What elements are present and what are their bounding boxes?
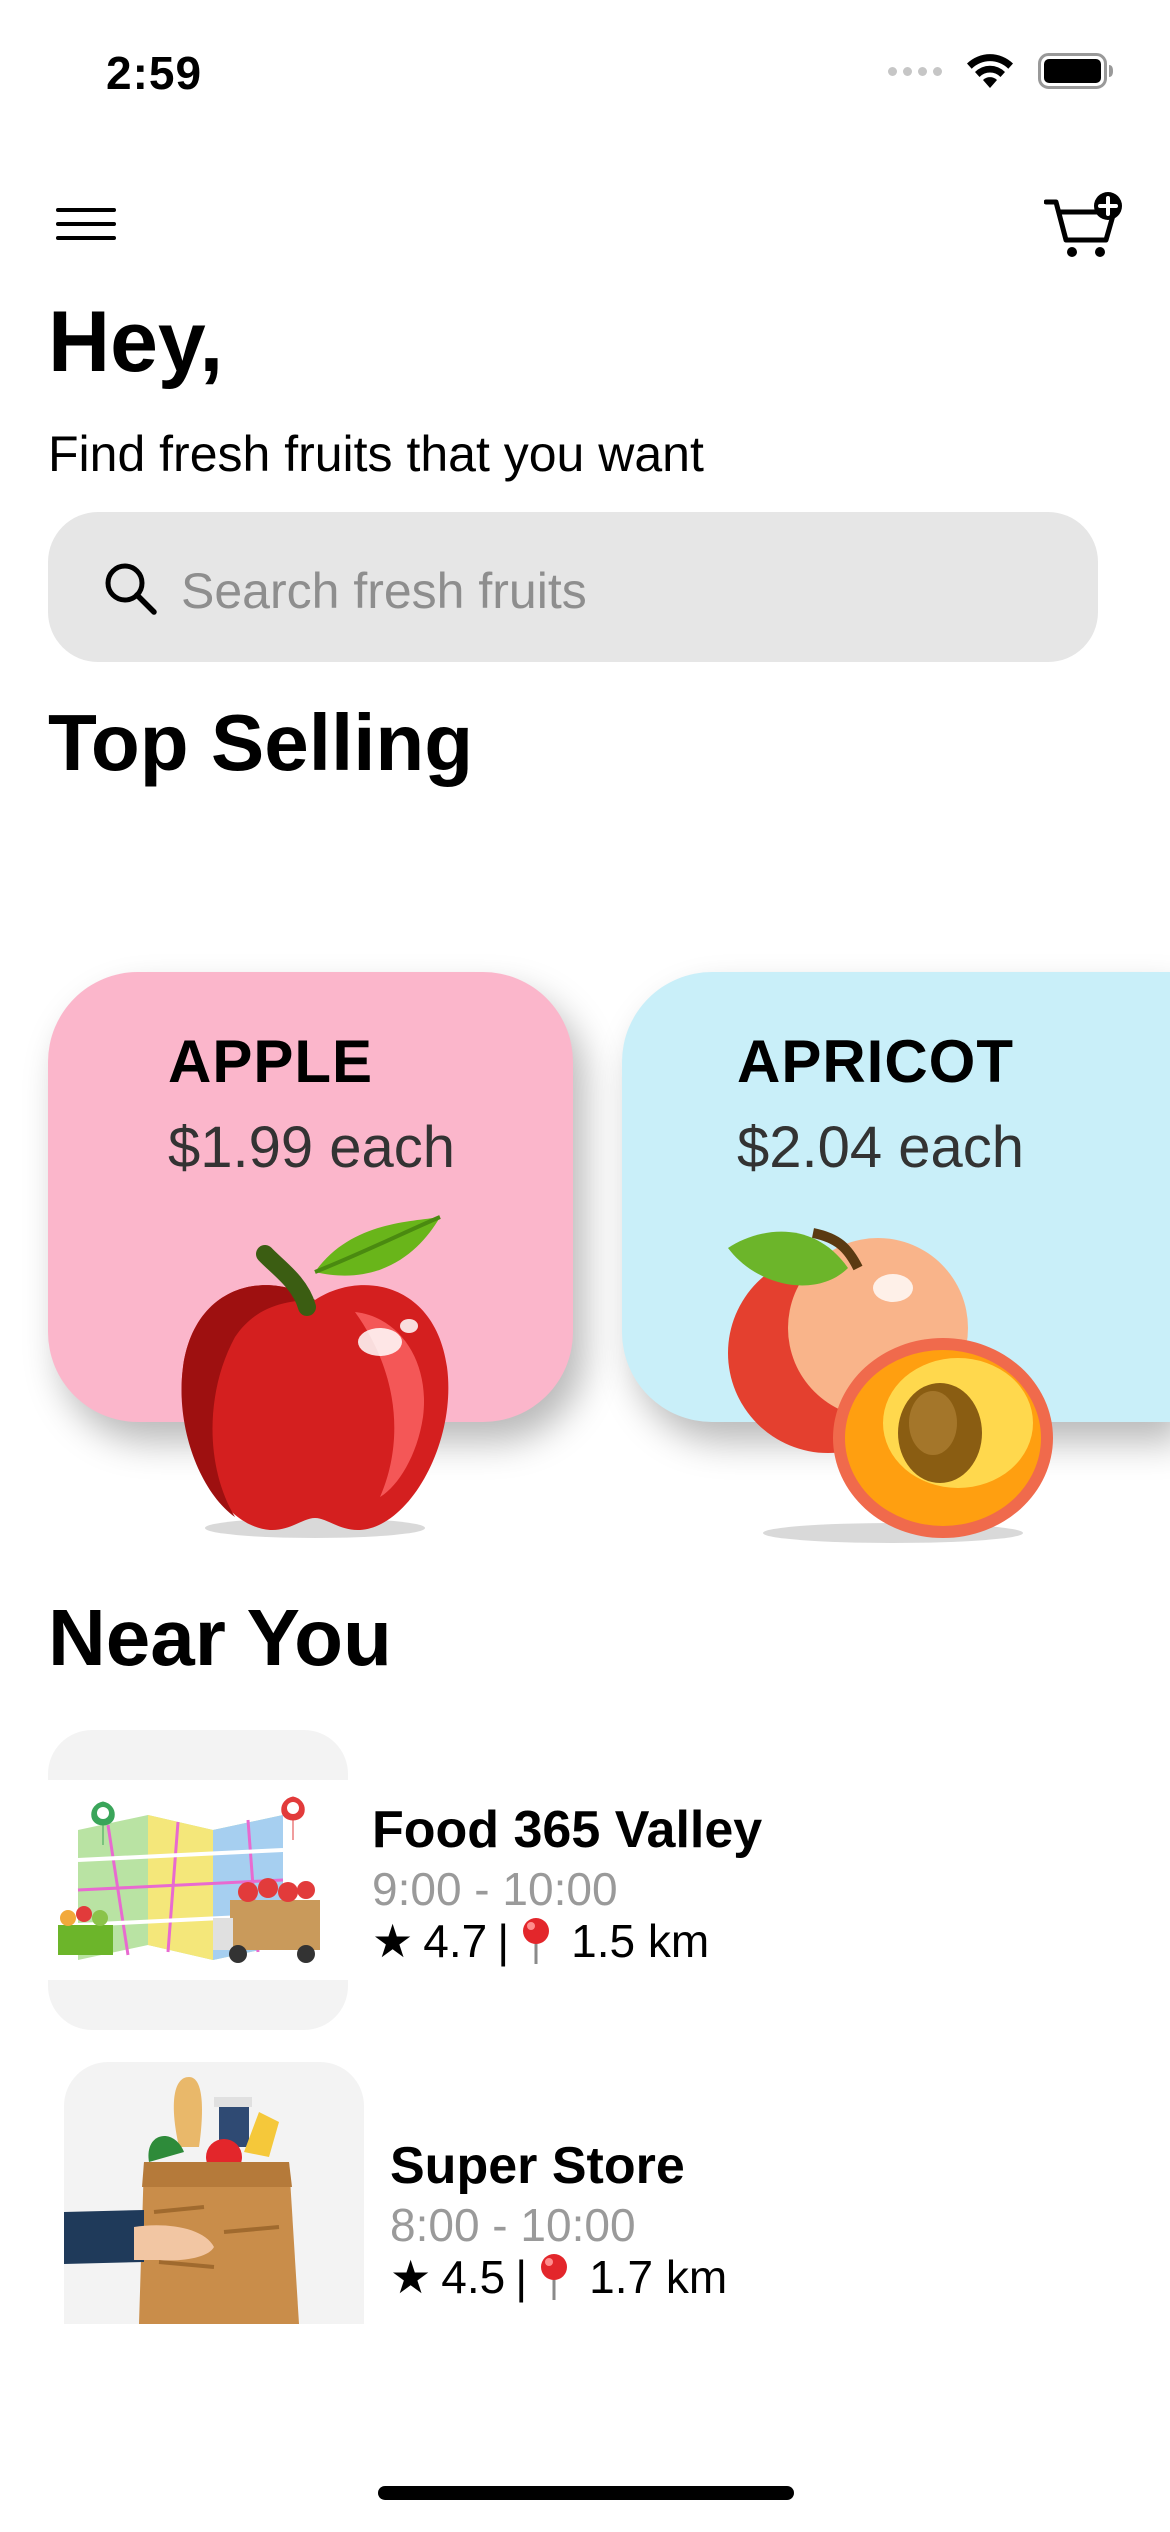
store-name: Food 365 Valley	[372, 1801, 763, 1859]
apricot-image	[728, 1228, 1053, 1543]
product-name: APPLE	[168, 1028, 374, 1095]
product-name: APRICOT	[737, 1028, 1014, 1095]
grocery-bag-image	[64, 2077, 299, 2324]
apple-image	[181, 1215, 449, 1538]
home-indicator[interactable]	[378, 2486, 794, 2500]
store-name: Super Store	[390, 2137, 685, 2195]
store-rating: 4.5	[441, 2251, 506, 2303]
map-delivery-image	[48, 1780, 348, 1980]
location-pin-icon	[523, 1918, 550, 1964]
store-distance: 1.5 km	[571, 1915, 710, 1967]
location-pin-icon	[541, 2254, 568, 2300]
cellular-signal-icon	[888, 66, 942, 76]
greeting-title: Hey,	[48, 294, 224, 390]
top-selling-title: Top Selling	[48, 698, 474, 787]
product-price: $1.99 each	[168, 1115, 456, 1180]
meta-separator: |	[515, 2251, 528, 2303]
status-time: 2:59	[106, 47, 203, 99]
search-bar[interactable]: Search fresh fruits	[48, 512, 1098, 662]
store-thumbnail	[48, 1730, 348, 2030]
near-you-title: Near You	[48, 1593, 392, 1682]
hamburger-menu-icon[interactable]	[56, 208, 116, 242]
store-distance: 1.7 km	[589, 2251, 728, 2303]
battery-icon	[1038, 53, 1113, 89]
store-thumbnail	[64, 2062, 364, 2324]
cart-add-icon[interactable]	[1044, 192, 1124, 262]
search-input[interactable]: Search fresh fruits	[181, 562, 587, 620]
store-meta: ★ 4.7 | 1.5 km	[372, 1914, 709, 1968]
store-hours: 8:00 - 10:00	[390, 2199, 636, 2251]
store-meta: ★ 4.5 | 1.7 km	[390, 2250, 727, 2304]
product-price: $2.04 each	[737, 1115, 1025, 1180]
greeting-subtitle: Find fresh fruits that you want	[48, 426, 704, 482]
wifi-icon	[967, 54, 1013, 88]
search-icon	[105, 563, 157, 615]
meta-separator: |	[497, 1915, 510, 1967]
store-hours: 9:00 - 10:00	[372, 1863, 618, 1915]
star-icon: ★	[390, 2251, 432, 2303]
store-rating: 4.7	[423, 1915, 488, 1967]
star-icon: ★	[372, 1915, 414, 1967]
